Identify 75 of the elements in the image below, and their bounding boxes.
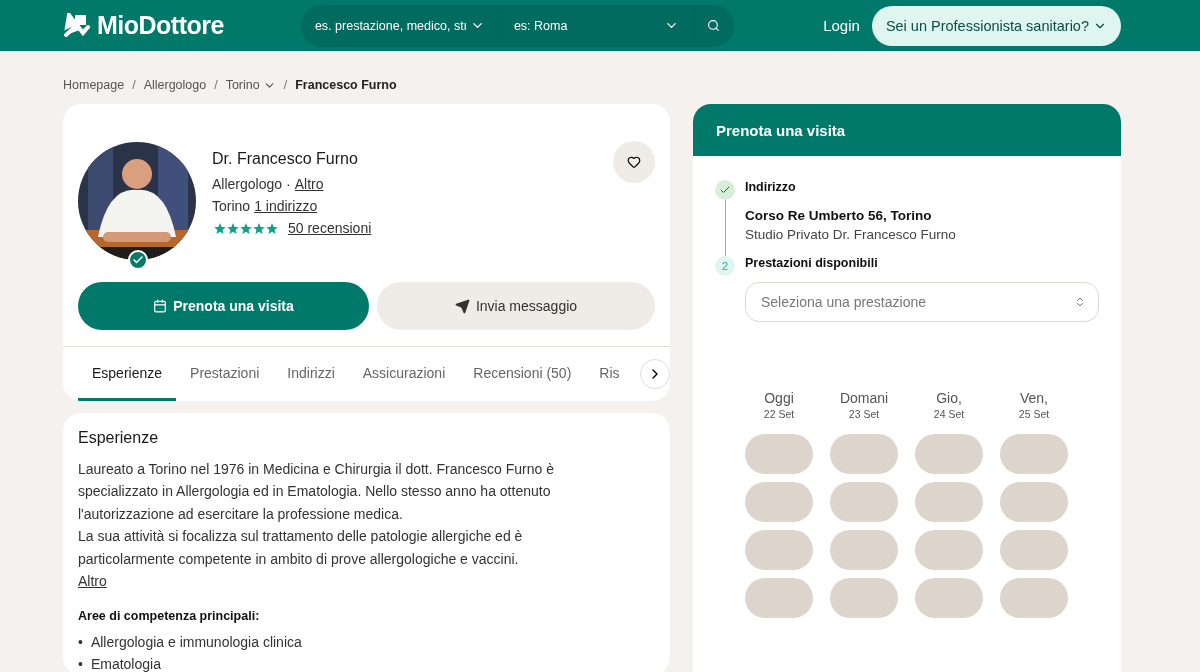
- slot-placeholder: [745, 434, 813, 474]
- address-link[interactable]: 1 indirizzo: [254, 198, 318, 214]
- slot-placeholder: [1000, 578, 1068, 618]
- location-field[interactable]: es: Roma: [499, 4, 694, 47]
- tab[interactable]: Indirizzi: [273, 347, 349, 401]
- step-label: Prestazioni disponibili: [745, 256, 879, 270]
- slot-placeholder: [915, 434, 983, 474]
- step-number: 2: [715, 256, 735, 276]
- step-label: Indirizzo: [745, 180, 797, 194]
- slot-placeholder: [1000, 530, 1068, 570]
- book-button[interactable]: Prenota una visita: [78, 282, 369, 330]
- professional-button[interactable]: Sei un Professionista sanitario?: [871, 5, 1121, 46]
- day-name: Oggi: [764, 390, 794, 406]
- clinic-text: Studio Privato Dr. Francesco Furno: [745, 227, 957, 242]
- day-name: Gio,: [936, 390, 962, 406]
- day-name: Ven,: [1020, 390, 1048, 406]
- slot-placeholder: [830, 530, 898, 570]
- doctor-name: Dr. Francesco Furno: [212, 150, 359, 168]
- tab[interactable]: Ris: [585, 347, 634, 401]
- favorite-button[interactable]: [613, 141, 655, 183]
- breadcrumb-link[interactable]: Homepage: [63, 78, 125, 92]
- day-date: 24 Set: [933, 408, 965, 420]
- slot-placeholder: [830, 434, 898, 474]
- breadcrumb-link[interactable]: Torino: [225, 78, 276, 92]
- specialty-link[interactable]: Altro: [294, 176, 324, 192]
- calendar-icon: [153, 299, 168, 313]
- next-button[interactable]: [640, 359, 670, 389]
- message-button[interactable]: Invia messaggio: [377, 282, 655, 330]
- bullet: •: [78, 633, 83, 652]
- slot-placeholder: [745, 578, 813, 618]
- tab[interactable]: Recensioni (50): [459, 347, 586, 401]
- panel-title: Prenota una visita: [693, 104, 1121, 156]
- day-date: 22 Set: [763, 408, 795, 420]
- slot-placeholder: [915, 482, 983, 522]
- slot-placeholder: [915, 578, 983, 618]
- reviews-link[interactable]: 50 recensioni: [288, 220, 372, 236]
- specialty-text: Allergologo: [212, 176, 283, 192]
- day-name: Domani: [839, 390, 889, 406]
- city-text: Torino: [212, 198, 251, 214]
- tab[interactable]: Esperienze: [78, 347, 177, 401]
- search-field[interactable]: es. prestazione, medico, stı: [300, 4, 500, 47]
- send-icon: [454, 298, 470, 314]
- separator-dot: ·: [286, 176, 291, 192]
- area-item: Ematologia: [90, 655, 161, 672]
- breadcrumb-link[interactable]: Allergologo: [143, 78, 207, 92]
- areas-title: Aree di competenza principali:: [78, 607, 261, 625]
- slot-placeholder: [830, 578, 898, 618]
- breadcrumb-separator: /: [283, 78, 288, 92]
- address-text: Corso Re Umberto 56, Torino: [745, 208, 933, 223]
- experience-paragraph: Laureato a Torino nel 1976 in Medicina e Chirurgia il dott. Francesco Furno è specializzato in Allergologia ed in Ematologia. Nello stesso anno ha ottenuto l'autorizzazione ad esercitare la professione medica.: [78, 459, 555, 524]
- breadcrumb-separator: /: [214, 78, 218, 92]
- service-select[interactable]: Seleziona una prestazione: [745, 282, 1099, 322]
- login-link[interactable]: Login: [823, 17, 860, 34]
- logo-icon: [63, 12, 91, 39]
- heart-icon: [627, 155, 641, 169]
- slot-placeholder: [745, 530, 813, 570]
- area-item: Allergologia e immunologia clinica: [90, 633, 302, 652]
- logo[interactable]: MioDottore: [63, 11, 224, 40]
- slot-placeholder: [830, 482, 898, 522]
- up-down-icon: [1074, 296, 1086, 308]
- day-date: 23 Set: [848, 408, 880, 420]
- slot-placeholder: [915, 530, 983, 570]
- breadcrumb-separator: /: [132, 78, 136, 92]
- slot-placeholder: [1000, 482, 1068, 522]
- section-title: Esperienze: [78, 428, 160, 448]
- tab[interactable]: Assicurazioni: [348, 347, 460, 401]
- tab[interactable]: Prestazioni: [176, 347, 274, 401]
- bullet: •: [78, 655, 83, 672]
- breadcrumb-link[interactable]: Francesco Furno: [295, 78, 397, 92]
- slot-placeholder: [745, 482, 813, 522]
- experience-paragraph: La sua attività si focalizza sul trattamento delle patologie allergiche ed è particolarmente competente in ambito di prove allergologiche e vaccini.: [78, 527, 524, 569]
- day-date: 25 Set: [1018, 408, 1050, 420]
- more-link[interactable]: Altro: [78, 573, 107, 589]
- slot-placeholder: [1000, 434, 1068, 474]
- search-icon: [707, 19, 721, 32]
